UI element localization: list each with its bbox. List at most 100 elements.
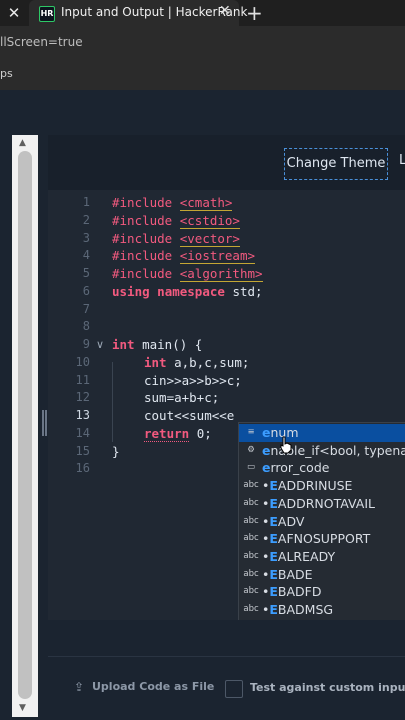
suggestion-item[interactable]: abc •EBADMSG — [239, 601, 405, 619]
address-bar[interactable]: llScreen=true — [0, 26, 405, 59]
suggestion-rest: rror_code — [270, 460, 330, 476]
custom-input-label[interactable]: Test against custom input — [250, 681, 405, 694]
fold-chevron-down-icon[interactable]: ∨ — [96, 338, 104, 351]
include-keyword: #include — [112, 213, 173, 228]
header-name: <vector> — [179, 231, 240, 247]
suggestion-item[interactable]: abc •EALREADY — [239, 548, 405, 566]
text-suggestion-icon: abc — [243, 568, 259, 579]
include-keyword: #include — [112, 266, 173, 281]
suggestion-match: E — [269, 478, 278, 494]
editor-footer: ⇪ Upload Code as File Test against custo… — [48, 620, 405, 720]
close-icon[interactable]: ✕ — [4, 3, 24, 23]
suggestion-item[interactable]: abc •EADDRNOTAVAIL — [239, 495, 405, 513]
line-number: 11 — [75, 373, 90, 387]
bookmarks-bar: ps — [0, 59, 405, 91]
suggestion-item[interactable]: ⚙enable_if<bool, typenam — [239, 442, 405, 460]
int-keyword: int — [112, 337, 135, 352]
code-text: a,b,c,sum; — [174, 355, 250, 370]
new-tab-plus-icon[interactable]: + — [246, 1, 263, 25]
line-number: 15 — [75, 444, 90, 458]
code-text: sum=a+b+c; — [144, 390, 220, 405]
vertical-scrollbar[interactable]: ▲ ▼ — [12, 135, 38, 717]
line-number: 1 — [82, 195, 90, 209]
suggestion-item[interactable]: abc •EADDRINUSE — [239, 477, 405, 495]
mouse-pointer-hand-icon — [279, 436, 293, 454]
suggestion-item[interactable]: ▭ error_code — [239, 459, 405, 477]
change-theme-button[interactable]: Change Theme — [284, 148, 388, 180]
hackerrank-favicon-icon: HR — [39, 6, 55, 22]
suggestion-label: •EAFNOSUPPORT — [262, 530, 370, 548]
autocomplete-popup[interactable]: ≡enum⚙enable_if<bool, typenam ▭ error_code… — [238, 422, 405, 636]
page-background — [0, 90, 405, 135]
text-suggestion-icon: abc — [243, 533, 259, 544]
suggestion-item[interactable]: abc •EADV — [239, 513, 405, 531]
suggestion-match: E — [269, 602, 278, 617]
scrollbar-thumb[interactable] — [18, 151, 32, 699]
indent-guide — [112, 362, 113, 442]
tab-close-icon[interactable]: ✕ — [219, 3, 231, 19]
suggestion-label: •EADDRNOTAVAIL — [262, 495, 375, 513]
namespace-keyword: namespace — [157, 284, 225, 299]
browser-tab-bar: ✕ HR Input and Output | HackerRank ✕ + — [0, 0, 405, 26]
text-suggestion-icon: abc — [243, 497, 259, 508]
header-name: <iostream> — [179, 248, 256, 264]
url-text[interactable]: llScreen=true — [0, 35, 83, 49]
suggestion-label: •EBADMSG — [262, 601, 333, 619]
text-suggestion-icon: abc — [243, 586, 259, 597]
return-keyword: return — [144, 426, 190, 442]
line-number: 5 — [82, 266, 90, 280]
suggestion-match: E — [269, 531, 278, 547]
text-suggestion-icon: abc — [243, 604, 259, 614]
code-text: main() { — [142, 337, 203, 352]
struct-icon: ▭ — [246, 462, 256, 473]
suggestion-match: E — [269, 584, 278, 600]
custom-input-checkbox[interactable] — [225, 680, 243, 698]
suggestion-item[interactable]: abc •EBADE — [239, 566, 405, 584]
editor-toolbar: Change Theme L — [48, 135, 405, 190]
scroll-down-arrow-icon[interactable]: ▼ — [19, 703, 26, 713]
suggestion-label: error_code — [262, 459, 329, 477]
suggestion-item[interactable]: abc •EAFNOSUPPORT — [239, 530, 405, 548]
pane-resize-handle[interactable] — [40, 410, 46, 436]
suggestion-label: •EBADE — [262, 566, 313, 584]
header-name: <algorithm> — [179, 266, 263, 282]
suggestion-rest: ADV — [277, 513, 305, 529]
upload-code-as-file-link[interactable]: Upload Code as File — [92, 680, 214, 693]
line-number: 14 — [75, 426, 90, 440]
code-text: cout<<sum<<e — [144, 408, 235, 423]
suggestion-rest: BADE — [277, 566, 313, 582]
header-name: <cmath> — [179, 195, 233, 211]
header-name: <cstdio> — [179, 213, 240, 229]
suggestion-rest: ADDRNOTAVAIL — [277, 495, 375, 511]
line-number: 10 — [75, 355, 90, 369]
text-suggestion-icon: abc — [243, 480, 259, 491]
scroll-up-arrow-icon[interactable]: ▲ — [19, 138, 26, 148]
suggestion-label: •EADV — [262, 513, 304, 531]
line-number: 8 — [82, 319, 90, 333]
upload-icon[interactable]: ⇪ — [74, 680, 84, 694]
suggestion-rest: ADDRINUSE — [277, 478, 353, 494]
browser-tab-active[interactable]: HR Input and Output | HackerRank ✕ — [29, 0, 247, 26]
line-number: 4 — [82, 248, 90, 262]
suggestion-rest: BADMSG — [277, 602, 334, 617]
bookmark-item[interactable]: ps — [0, 67, 13, 80]
suggestion-rest: BADFD — [277, 584, 322, 600]
line-number: 7 — [82, 302, 90, 316]
suggestion-match: E — [269, 513, 278, 529]
language-selector-cutoff[interactable]: L — [399, 153, 405, 168]
suggestion-item[interactable]: ≡ enum — [239, 424, 405, 442]
code-text: } — [112, 444, 120, 459]
suggestion-item[interactable]: abc •EBADFD — [239, 583, 405, 601]
line-number: 9 — [82, 337, 90, 351]
line-number: 3 — [82, 231, 90, 245]
include-keyword: #include — [112, 195, 173, 210]
suggestion-match: E — [269, 548, 278, 564]
int-keyword: int — [144, 355, 167, 370]
suggestion-match: E — [269, 495, 278, 511]
suggestion-match: E — [269, 566, 278, 582]
suggestion-label: •EBADFD — [262, 583, 322, 601]
enum-keyword-icon: ≡ — [247, 427, 255, 437]
include-keyword: #include — [112, 248, 173, 263]
using-keyword: using — [112, 284, 150, 299]
suggestion-label: •EALREADY — [262, 548, 335, 566]
